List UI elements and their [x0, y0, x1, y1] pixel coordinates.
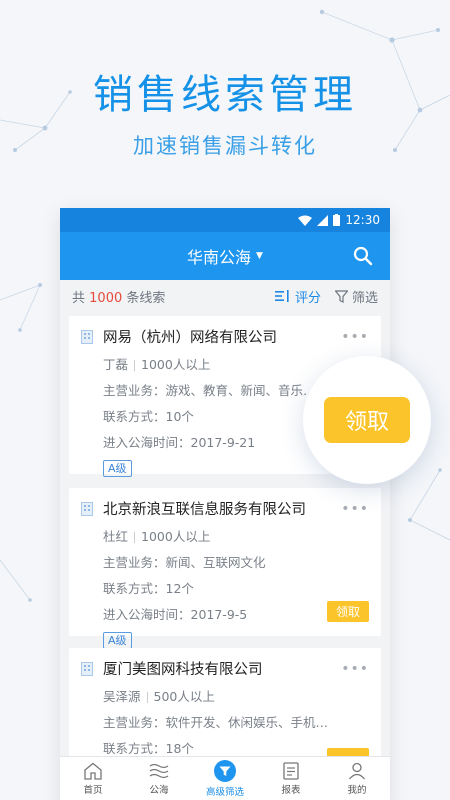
company-name: 厦门美图网科技有限公司: [103, 662, 263, 678]
company-size: 500人以上: [153, 689, 215, 704]
claim-button-large[interactable]: 领取: [324, 397, 410, 443]
company-name: 网易（杭州）网络有限公司: [103, 330, 277, 346]
company-icon: [81, 329, 93, 344]
tab-reports[interactable]: 报表: [258, 757, 324, 800]
contact-methods: 联系方式：12个: [103, 581, 194, 596]
phone-screen: 12:30 华南公海 ▼ 共 1000 条线索 评分 筛选 网易（杭州）网络有限…: [60, 208, 390, 800]
company-name: 北京新浪互联信息服务有限公司: [103, 502, 306, 518]
contact-line: 吴泽源 500人以上: [103, 686, 369, 705]
filter-button[interactable]: 筛选: [334, 287, 378, 306]
wifi-icon: [298, 215, 313, 226]
search-icon[interactable]: [352, 245, 374, 267]
company-icon: [81, 501, 93, 516]
report-icon: [283, 761, 299, 780]
waves-icon: [149, 763, 169, 778]
more-options-icon[interactable]: •••: [341, 501, 369, 517]
pool-title: 华南公海: [187, 248, 252, 267]
company-size: 1000人以上: [141, 529, 211, 544]
main-business: 主营业务：新闻、互联网文化: [103, 555, 266, 570]
claim-highlight-bubble: 领取: [303, 356, 431, 484]
app-bar: 华南公海 ▼: [60, 232, 390, 280]
user-icon: [349, 762, 365, 779]
status-bar: 12:30: [60, 208, 390, 232]
more-options-icon[interactable]: •••: [341, 661, 369, 677]
home-icon: [84, 762, 102, 780]
promo-headline: 销售线索管理: [93, 72, 357, 118]
contact-line: 杜红 1000人以上: [103, 526, 369, 545]
lead-card[interactable]: 厦门美图网科技有限公司 ••• 吴泽源 500人以上 主营业务：软件开发、休闲娱乐…: [69, 648, 381, 769]
grade-badge: A级: [103, 460, 132, 477]
contact-person: 吴泽源: [103, 689, 141, 704]
contact-person: 杜红: [103, 529, 129, 544]
company-size: 1000人以上: [141, 357, 211, 372]
grade-badge: A级: [103, 632, 132, 649]
lead-count: 共 1000 条线索: [72, 290, 166, 306]
promo-subline: 加速销售漏斗转化: [133, 134, 317, 158]
contact-person: 丁磊: [103, 357, 129, 372]
tab-profile[interactable]: 我的: [324, 757, 390, 800]
caret-down-icon: ▼: [256, 251, 263, 261]
more-options-icon[interactable]: •••: [341, 329, 369, 345]
lead-count-number: 1000: [89, 290, 123, 306]
filter-bar: 共 1000 条线索 评分 筛选: [60, 280, 390, 312]
bottom-tab-bar: 首页 公海 高级筛选 报表 我的: [60, 756, 390, 800]
tab-public-pool[interactable]: 公海: [126, 757, 192, 800]
pool-selector[interactable]: 华南公海 ▼: [187, 244, 263, 268]
tab-advanced-filter[interactable]: 高级筛选: [192, 757, 258, 800]
battery-icon: [333, 214, 341, 226]
lead-card[interactable]: 北京新浪互联信息服务有限公司 ••• 杜红 1000人以上 主营业务：新闻、互联网…: [69, 488, 381, 649]
filter-circle-icon: [214, 759, 236, 782]
signal-icon: [317, 214, 329, 226]
funnel-icon: [334, 289, 348, 303]
tab-home[interactable]: 首页: [60, 757, 126, 800]
sort-by-score-button[interactable]: 评分: [274, 287, 321, 306]
status-time: 12:30: [345, 213, 380, 227]
company-icon: [81, 661, 93, 676]
main-business: 主营业务：软件开发、休闲娱乐、手机…: [103, 715, 329, 730]
claim-button[interactable]: 领取: [327, 601, 369, 622]
sort-icon: [274, 290, 289, 302]
